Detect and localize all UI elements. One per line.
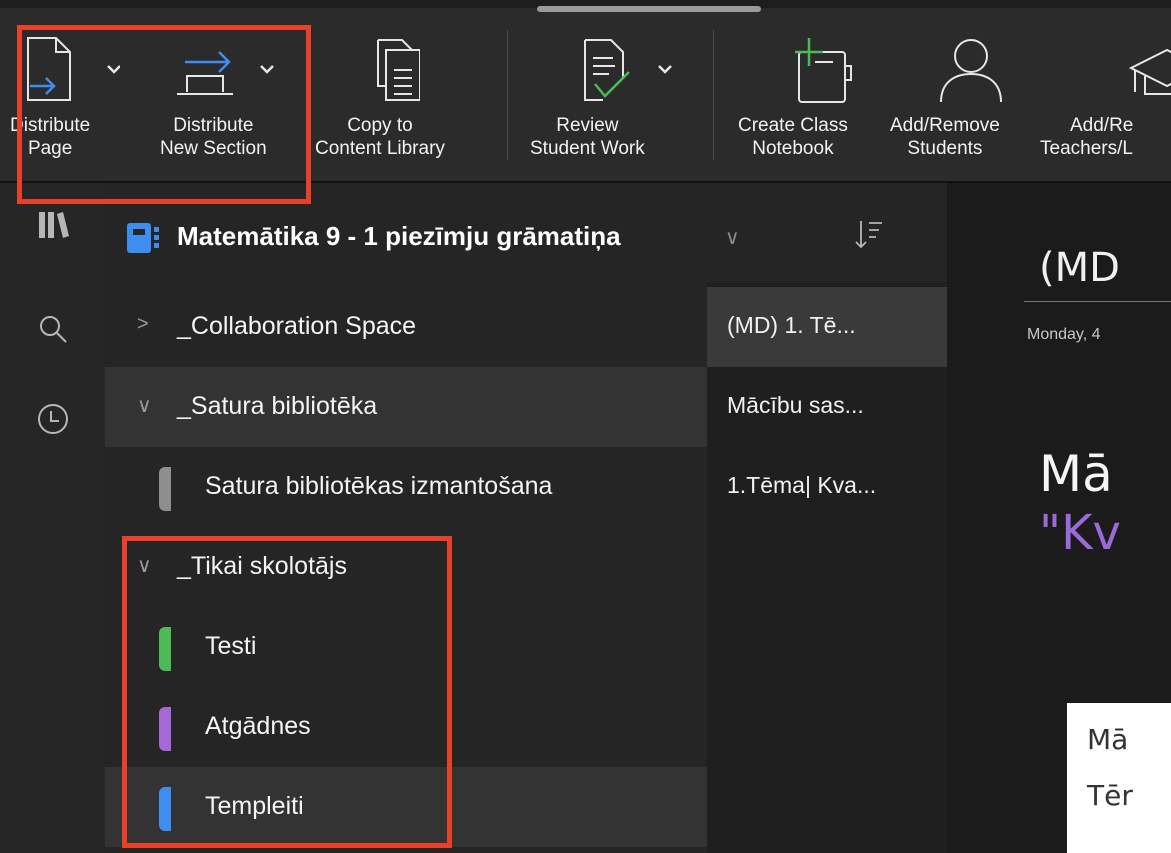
chevron-down-icon[interactable]: ∨ [137,393,152,418]
section-group-satura-biblioteka[interactable]: ∨ _Satura bibliotēka [105,367,707,447]
create-notebook-icon [753,36,852,104]
add-remove-teachers-button[interactable]: Add/Re Teachers/L [1040,36,1171,160]
ribbon-separator [507,30,508,160]
page-item[interactable]: (MD) 1. Tē... [707,287,947,367]
page-label: (MD) 1. Tē... [727,312,856,338]
search-icon [39,316,67,343]
highlight-box-distribute [17,25,311,204]
page-label: 1.Tēma| Kva... [727,472,877,498]
card-line: Tēr [1087,779,1133,812]
page-date: Monday, 4 [1027,326,1101,343]
page-label: Mācību sas... [727,392,864,418]
page-canvas[interactable]: (MD Monday, 4 Mā "Kv Mā Tēr [947,183,1171,853]
content-subheading[interactable]: "Kv [1039,505,1121,561]
title-underline [1024,301,1171,302]
content-card[interactable]: Mā Tēr [1067,703,1171,853]
page-title[interactable]: (MD [1039,245,1120,291]
section-label: Satura bibliotēkas izmantošana [205,472,553,500]
person-icon [905,36,1002,104]
recent-notes-button[interactable] [0,383,105,455]
sort-icon[interactable] [855,219,883,251]
card-line: Mā [1087,723,1129,756]
graduation-cap-icon [1047,36,1171,104]
add-remove-students-button[interactable]: Add/Remove Students [890,36,1002,160]
pages-list: (MD) 1. Tē... Mācību sas... 1.Tēma| Kva.… [707,283,947,853]
clock-icon [37,404,68,434]
create-class-notebook-button[interactable]: Create Class Notebook [738,36,852,160]
notebook-chevron-icon[interactable]: ∨ [725,225,740,250]
page-item[interactable]: Mācību sas... [707,367,947,447]
page-item[interactable]: 1.Tēma| Kva... [707,447,947,527]
content-heading[interactable]: Mā [1039,445,1113,503]
window-grabber[interactable] [537,6,761,12]
section-group-label: _Satura bibliotēka [177,392,378,420]
library-icon [38,212,69,238]
notebook-title[interactable]: Matemātika 9 - 1 piezīmju grāmatiņa [177,221,621,252]
highlight-box-teacher-only [122,536,452,848]
review-work-icon [547,36,673,104]
section-satura-bibliotekas-izmantosana[interactable]: Satura bibliotēkas izmantošana [105,447,707,527]
ribbon-separator [713,30,714,160]
section-group-label: _Collaboration Space [177,312,417,340]
search-button[interactable] [0,293,105,365]
notebook-icon [127,223,159,253]
review-student-work-button[interactable]: Review Student Work [530,36,673,160]
copy-library-icon [340,36,420,104]
section-color-tab [159,467,171,511]
chevron-right-icon[interactable]: > [137,313,149,336]
copy-to-content-library-button[interactable]: Copy to Content Library [315,36,445,160]
section-group-collaboration-space[interactable]: > _Collaboration Space [105,287,707,367]
navigation-rail [0,183,105,853]
